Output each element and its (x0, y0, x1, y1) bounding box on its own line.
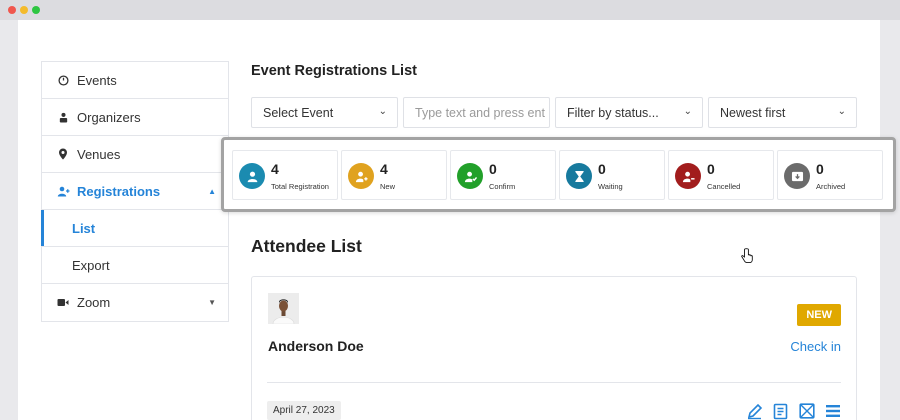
document-icon[interactable] (771, 402, 790, 420)
hourglass-icon (566, 163, 592, 189)
stat-cancelled[interactable]: 0 Cancelled (668, 150, 774, 200)
stat-label: Total Registration (271, 182, 329, 191)
maximize-window-dot[interactable] (32, 6, 40, 14)
caret-down-icon: ▼ (208, 298, 216, 307)
status-filter-select[interactable]: Filter by status... ⌄ (555, 97, 703, 128)
stat-total-registration[interactable]: 4 Total Registration (232, 150, 338, 200)
sort-select-value: Newest first (720, 105, 786, 120)
sidebar-item-label: Events (77, 72, 117, 88)
archive-box-icon (784, 163, 810, 189)
dashboard-gauge-icon (55, 74, 71, 86)
map-pin-icon (55, 148, 71, 160)
stat-count: 0 (598, 161, 606, 177)
stat-count: 0 (816, 161, 824, 177)
stat-confirm[interactable]: 0 Confirm (450, 150, 556, 200)
pointer-cursor-icon (740, 248, 754, 269)
envelope-icon[interactable] (797, 402, 816, 420)
sidebar-subitem-export[interactable]: Export (42, 247, 228, 284)
sidebar: Events Organizers Venues Registrations ▲… (41, 61, 229, 322)
caret-up-icon: ▲ (208, 187, 216, 196)
sidebar-item-venues[interactable]: Venues (42, 136, 228, 173)
chevron-down-icon: ⌄ (683, 106, 692, 117)
menu-lines-icon[interactable] (823, 402, 842, 420)
attendee-name: Anderson Doe (268, 338, 364, 354)
sidebar-item-label: Venues (77, 146, 121, 162)
sidebar-item-label: Export (72, 257, 110, 273)
attendee-actions (745, 402, 842, 420)
sidebar-item-label: Zoom (77, 295, 111, 310)
stat-count: 0 (707, 161, 715, 177)
stat-label: Waiting (598, 182, 623, 191)
search-placeholder: Type text and press ent (415, 105, 545, 120)
stat-count: 4 (271, 161, 279, 177)
stat-label: Cancelled (707, 182, 741, 191)
sidebar-item-zoom[interactable]: Zoom ▼ (42, 284, 228, 321)
stat-label: New (380, 182, 396, 191)
stat-label: Confirm (489, 182, 516, 191)
organizer-person-icon (55, 112, 71, 123)
minimize-window-dot[interactable] (20, 6, 28, 14)
event-select-value: Select Event (263, 105, 334, 120)
user-check-icon (457, 163, 483, 189)
user-plus-icon (348, 163, 374, 189)
event-select[interactable]: Select Event ⌄ (251, 97, 398, 128)
sidebar-item-label: Organizers (77, 109, 141, 125)
check-in-link[interactable]: Check in (790, 339, 841, 354)
status-filter-value: Filter by status... (567, 105, 659, 120)
sidebar-item-organizers[interactable]: Organizers (42, 99, 228, 136)
status-badge: NEW (797, 304, 841, 326)
sidebar-subitem-list[interactable]: List (41, 210, 228, 247)
close-window-dot[interactable] (8, 6, 16, 14)
sidebar-item-events[interactable]: Events (42, 62, 228, 99)
stat-archived[interactable]: 0 Archived (777, 150, 883, 200)
user-icon (239, 163, 265, 189)
video-camera-icon (55, 298, 71, 307)
page-title: Event Registrations List (251, 63, 417, 79)
stat-count: 4 (380, 161, 388, 177)
window-titlebar (0, 0, 900, 20)
attendee-card: NEW Anderson Doe Check in April 27, 2023 (251, 276, 857, 420)
sidebar-item-label: Registrations (77, 183, 161, 199)
user-minus-icon (675, 163, 701, 189)
search-input[interactable]: Type text and press ent (403, 97, 550, 128)
stat-new[interactable]: 4 New (341, 150, 447, 200)
chevron-down-icon: ⌄ (837, 106, 846, 117)
attendee-list-heading: Attendee List (251, 236, 362, 256)
stat-label: Archived (816, 182, 846, 191)
stat-waiting[interactable]: 0 Waiting (559, 150, 665, 200)
sort-select[interactable]: Newest first ⌄ (708, 97, 857, 128)
registration-date: April 27, 2023 (267, 401, 341, 420)
chevron-down-icon: ⌄ (378, 106, 387, 117)
sidebar-item-registrations[interactable]: Registrations ▲ (42, 173, 228, 210)
edit-pen-icon[interactable] (745, 402, 764, 420)
card-divider (267, 382, 841, 383)
registration-stats: 4 Total Registration 4 New 0 Confirm 0 W… (221, 137, 896, 212)
page-content: Events Organizers Venues Registrations ▲… (18, 20, 896, 420)
avatar (268, 293, 299, 324)
stat-count: 0 (489, 161, 497, 177)
registrations-users-icon (55, 186, 71, 197)
sidebar-item-label: List (72, 220, 96, 236)
